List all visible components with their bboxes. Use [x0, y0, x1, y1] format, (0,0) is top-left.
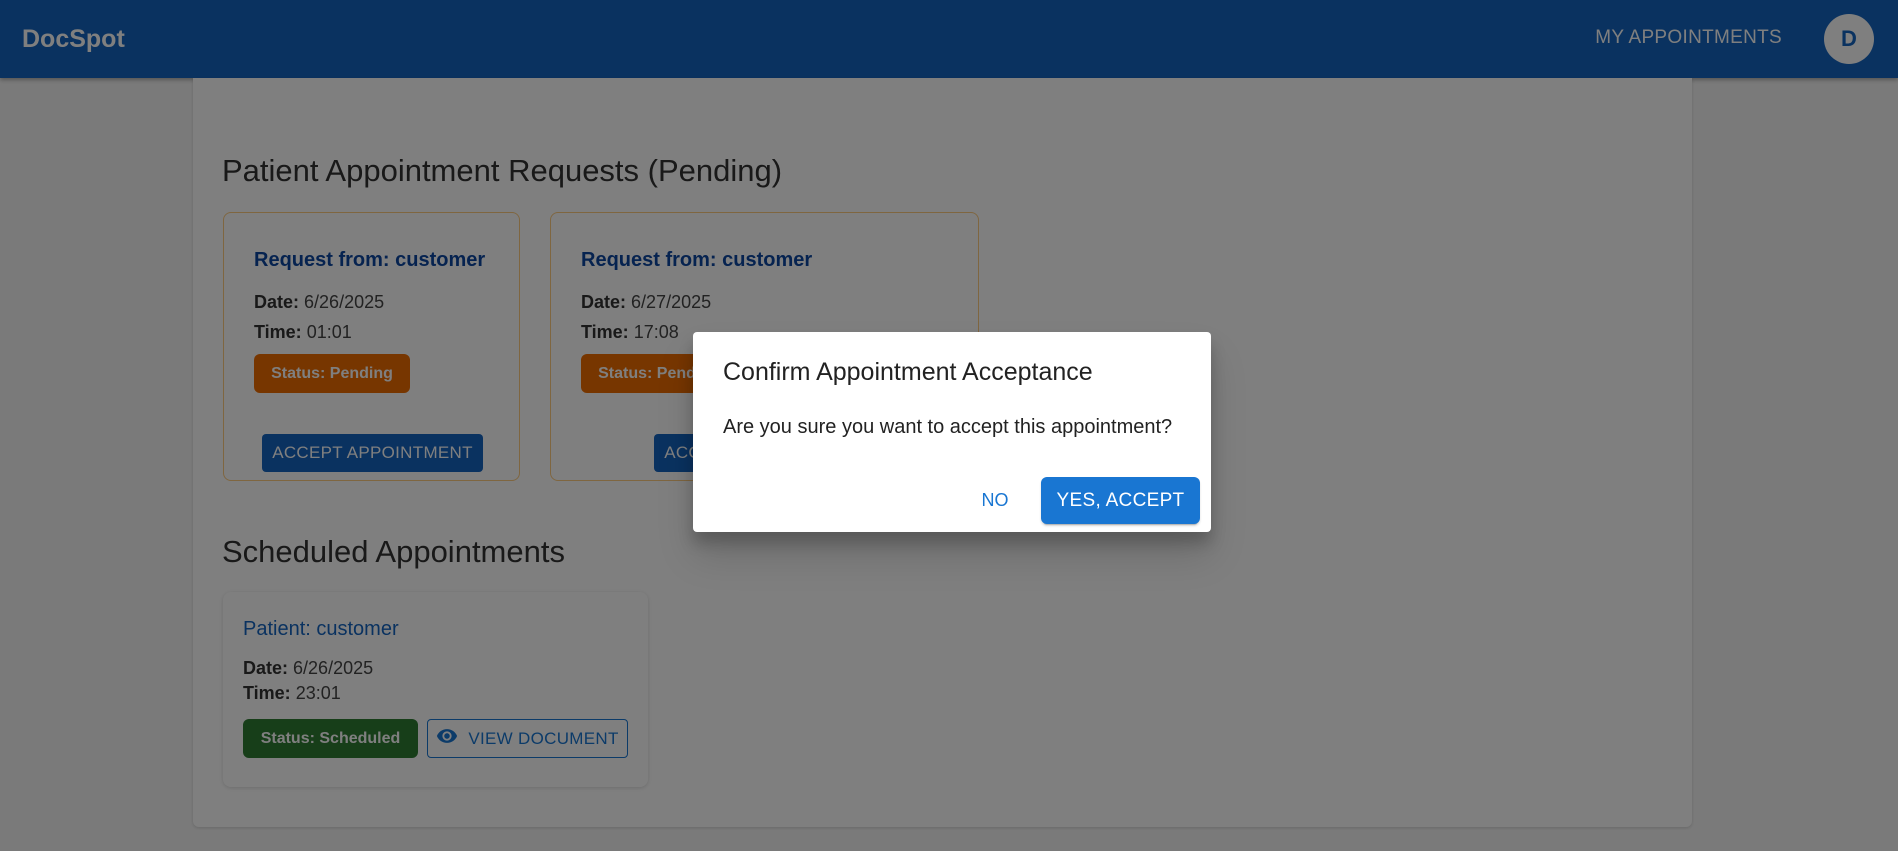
no-button[interactable]: NO [963, 477, 1027, 523]
dialog-message: Are you sure you want to accept this app… [723, 416, 1173, 438]
yes-accept-button[interactable]: YES, ACCEPT [1041, 477, 1200, 524]
dialog-title: Confirm Appointment Acceptance [723, 358, 1093, 386]
confirm-dialog: Confirm Appointment Acceptance Are you s… [693, 332, 1211, 532]
